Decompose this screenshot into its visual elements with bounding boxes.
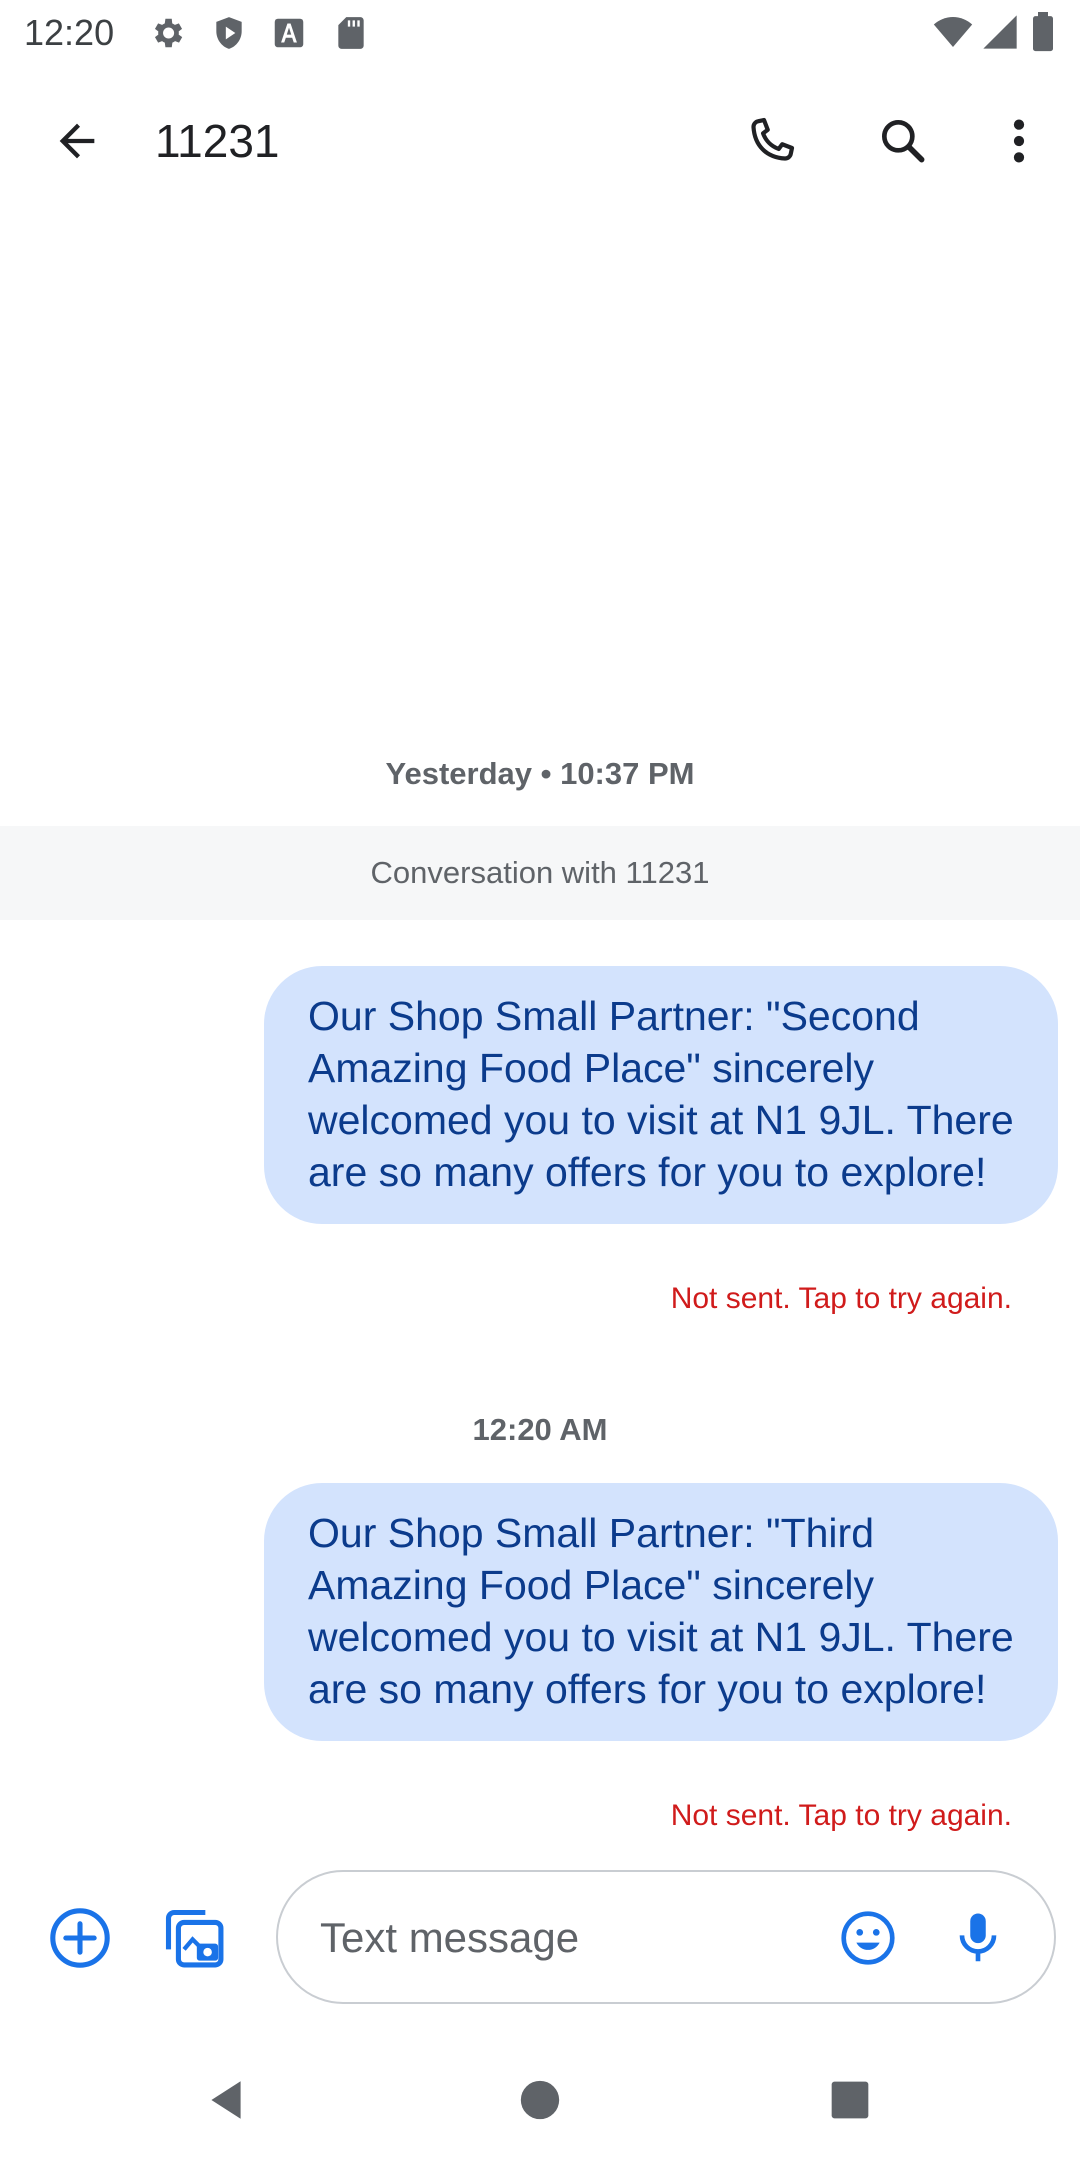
emoji-icon[interactable] xyxy=(834,1904,902,1972)
microphone-icon[interactable] xyxy=(944,1904,1012,1972)
system-navigation-bar xyxy=(0,2040,1080,2160)
conversation-title: 11231 xyxy=(155,115,280,167)
conversation-banner: Conversation with 11231 xyxy=(0,826,1080,920)
status-time: 12:20 xyxy=(24,12,115,53)
text-message-input[interactable] xyxy=(318,1902,822,1974)
top-app-bar: 11231 xyxy=(0,66,1080,216)
wifi-icon xyxy=(932,12,974,52)
message-text: Our Shop Small Partner: "Second Amazing … xyxy=(308,993,1014,1195)
sd-card-icon xyxy=(332,14,370,52)
gallery-camera-icon[interactable] xyxy=(158,1902,230,1974)
compose-field[interactable] xyxy=(276,1870,1056,2004)
nav-home-icon[interactable] xyxy=(506,2066,574,2134)
shield-icon xyxy=(210,14,248,52)
status-bar: 12:20 xyxy=(0,0,1080,66)
message-text: Our Shop Small Partner: "Third Amazing F… xyxy=(308,1510,1014,1712)
settings-gear-icon xyxy=(148,14,186,52)
send-failed-status[interactable]: Not sent. Tap to try again. xyxy=(671,1282,1012,1316)
conversation-banner-text: Conversation with 11231 xyxy=(370,855,710,890)
message-bubble[interactable]: Our Shop Small Partner: "Second Amazing … xyxy=(264,966,1058,1224)
search-icon[interactable] xyxy=(868,106,938,176)
add-attachment-icon[interactable] xyxy=(44,1902,116,1974)
font-a-icon xyxy=(270,14,308,52)
nav-recents-icon[interactable] xyxy=(816,2066,884,2134)
more-options-icon[interactable] xyxy=(984,106,1054,176)
message-bubble[interactable]: Our Shop Small Partner: "Third Amazing F… xyxy=(264,1483,1058,1741)
phone-call-icon[interactable] xyxy=(736,106,806,176)
time-timestamp: 12:20 AM xyxy=(472,1412,608,1447)
nav-back-icon[interactable] xyxy=(192,2066,260,2134)
signal-icon xyxy=(980,12,1022,52)
date-timestamp: Yesterday • 10:37 PM xyxy=(385,756,695,791)
send-failed-status[interactable]: Not sent. Tap to try again. xyxy=(671,1799,1012,1833)
battery-icon xyxy=(1030,12,1060,52)
back-arrow-icon[interactable] xyxy=(42,106,112,176)
